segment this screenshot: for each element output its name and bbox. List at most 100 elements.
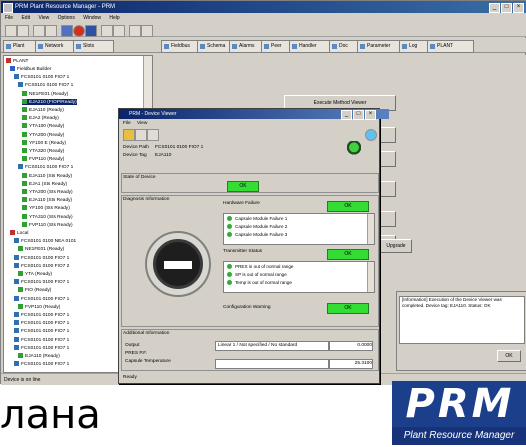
menu-edit[interactable]: Edit xyxy=(21,15,30,21)
tree-item[interactable]: YF100 E (Ready) xyxy=(22,139,66,146)
dialog-menu-file[interactable]: File xyxy=(123,121,131,126)
tree-item[interactable]: FCS0101 0100 FIO7 1 xyxy=(14,336,69,343)
tree-item[interactable]: FCS0101 0100 FIO7 1 xyxy=(14,254,69,261)
cut-icon[interactable] xyxy=(33,25,45,37)
tree-item-label: FCS0101 0100 FIO7 1 xyxy=(21,296,70,302)
tree-item-label: EJA110 (Ready) xyxy=(25,353,60,359)
side-button-3[interactable] xyxy=(380,181,396,197)
tree-item[interactable]: YTA310 (Sts Ready) xyxy=(22,213,73,220)
tree-item-label: FCS0101 0100 FIO7 1 xyxy=(25,83,74,89)
tree-item[interactable]: Local xyxy=(10,230,28,236)
tree-item[interactable]: FCS0101 0100 FIO7 1 xyxy=(14,361,69,367)
tree-item[interactable]: EJA2 (Ready) xyxy=(22,115,59,121)
tree-item-label: FCS0101 0100 FIO7 1 xyxy=(21,361,70,367)
state-ok-button[interactable]: OK xyxy=(227,181,259,192)
tree-item[interactable]: FVP110 (Sts Ready) xyxy=(22,221,73,228)
copy-icon[interactable] xyxy=(45,25,57,37)
tree-item[interactable]: FIO (Ready) xyxy=(18,287,51,293)
help-icon[interactable] xyxy=(141,25,153,37)
tree-item[interactable]: FVP110 (Ready) xyxy=(18,303,60,310)
tree-item[interactable]: FCS0101 0100 FIO7 1 xyxy=(14,295,70,302)
device-viewer-dialog: PRM - Device Viewer _ □ × File View Devi… xyxy=(118,108,389,384)
tree-item[interactable]: EJA110 (Sts Ready) xyxy=(22,172,72,179)
tree-item[interactable]: YTA100 (Ready) xyxy=(22,123,64,129)
tree-item[interactable]: FCS0101 0100 FIO7 1 xyxy=(14,320,69,326)
tree-item-label: NE1FE01 (Ready) xyxy=(29,91,69,97)
menu-file[interactable]: File xyxy=(5,15,13,21)
tree-item[interactable]: FCS0101 0100 FIO7 1 xyxy=(14,312,69,318)
dialog-minimize-button[interactable]: _ xyxy=(341,110,352,120)
tree-item[interactable]: FCS0101 0100 NEA 0101 xyxy=(14,238,76,244)
device-icon[interactable] xyxy=(85,25,97,37)
menu-view[interactable]: View xyxy=(38,15,49,21)
tree-item[interactable]: Fieldbus Builder xyxy=(10,66,51,72)
check-icon xyxy=(227,280,232,286)
tree-item[interactable]: YTA200 (Sts Ready) xyxy=(22,189,73,195)
tree-item[interactable]: YTA320 (Ready) xyxy=(22,148,64,154)
hardware-failure-list[interactable]: Capsule Module Failure 1 Capsule Module … xyxy=(223,213,375,245)
plant-icon xyxy=(6,58,11,63)
tree-root[interactable]: PLANT xyxy=(6,58,28,64)
tree-item[interactable]: FCS0101 0100 FIO7 2 xyxy=(14,262,69,269)
tree-item[interactable]: FCS0101 0100 FIO7 1 xyxy=(18,164,73,170)
tree-item[interactable]: YTA (Ready) xyxy=(18,271,52,277)
log-text: [Information] Execution of the Device Vi… xyxy=(399,296,525,344)
grid-icon[interactable] xyxy=(101,25,113,37)
tree-item[interactable]: EJA110 (Sts Ready) xyxy=(22,197,72,203)
tree-item[interactable]: EJA110 (Ready) xyxy=(22,107,64,113)
tree-item[interactable]: YF100 (Sts Ready) xyxy=(22,205,70,211)
tab-plant-right[interactable]: PLANT xyxy=(427,40,474,53)
device-icon xyxy=(22,148,27,153)
list-icon[interactable] xyxy=(113,25,125,37)
capsule-temp-number: 25.3100 xyxy=(329,359,373,369)
tree-item[interactable]: NE1FE01 (Ready) xyxy=(18,246,64,252)
connect-icon[interactable] xyxy=(61,25,73,37)
check-icon xyxy=(227,264,232,270)
tree-item-label: FCS0101 0100 FIO7 1 xyxy=(21,320,70,326)
configuration-ok-button[interactable]: OK xyxy=(327,303,369,314)
tree-item[interactable]: NE1FE01 (Ready) xyxy=(22,90,69,97)
minimize-button[interactable]: _ xyxy=(489,3,500,13)
side-button-1[interactable] xyxy=(380,127,396,143)
dialog-menu-view[interactable]: View xyxy=(137,121,147,126)
upgrade-button[interactable]: Upgrade xyxy=(380,239,412,253)
new-icon[interactable] xyxy=(5,25,17,37)
list-scrollbar[interactable] xyxy=(367,214,374,244)
close-button[interactable]: × xyxy=(513,3,524,13)
additional-info-label: Additional Information xyxy=(123,331,170,336)
folder-icon[interactable] xyxy=(123,129,135,141)
menu-window[interactable]: Window xyxy=(83,15,101,21)
transmitter-status-list[interactable]: PRES in out of normal range SP is out of… xyxy=(223,261,375,293)
hardware-ok-button[interactable]: OK xyxy=(327,201,369,212)
dialog-close-button[interactable]: × xyxy=(365,110,376,120)
maximize-button[interactable]: □ xyxy=(501,3,512,13)
side-button-4[interactable] xyxy=(380,211,396,227)
status-text: Device is on line xyxy=(4,377,41,383)
tree-item[interactable]: YTA200 (Ready) xyxy=(22,131,64,138)
tree-item[interactable]: EJA210 (FIOP/Ready) xyxy=(22,98,77,105)
tree-item[interactable]: FCS0101 0100 FIO7 1 xyxy=(14,344,69,351)
tree-item[interactable]: FCS0101 0100 FIO7 1 xyxy=(14,328,69,334)
edit-icon[interactable] xyxy=(147,129,159,141)
list-scrollbar[interactable] xyxy=(367,262,374,292)
settings-icon[interactable] xyxy=(129,25,141,37)
side-button-2[interactable] xyxy=(380,151,396,167)
print-icon[interactable] xyxy=(135,129,147,141)
tree-item[interactable]: FCS0101 0100 FIO7 1 xyxy=(14,74,69,80)
tab-slots[interactable]: Slots xyxy=(73,40,114,53)
stop-icon[interactable] xyxy=(73,25,85,37)
menu-help[interactable]: Help xyxy=(109,15,119,21)
help-icon[interactable] xyxy=(365,129,377,141)
tree-item[interactable]: FCS0101 0100 FIO7 1 xyxy=(14,279,69,285)
tree-item[interactable]: FCS0101 0100 FIO7 1 xyxy=(18,82,73,88)
transmitter-ok-button[interactable]: OK xyxy=(327,249,369,260)
tree-item[interactable]: EJA1 (Sts Ready) xyxy=(22,180,67,187)
log-ok-button[interactable]: OK xyxy=(497,350,521,362)
title-bar[interactable]: PRM Plant Resource Manager - PRM _ □ × xyxy=(1,1,526,13)
list-item: Capsule Module Failure 2 xyxy=(227,224,287,230)
dialog-maximize-button[interactable]: □ xyxy=(353,110,364,120)
tree-item[interactable]: FVP110 (Ready) xyxy=(22,156,64,162)
tree-item[interactable]: EJA110 (Ready) xyxy=(18,353,60,359)
menu-options[interactable]: Options xyxy=(58,15,75,21)
open-icon[interactable] xyxy=(17,25,29,37)
